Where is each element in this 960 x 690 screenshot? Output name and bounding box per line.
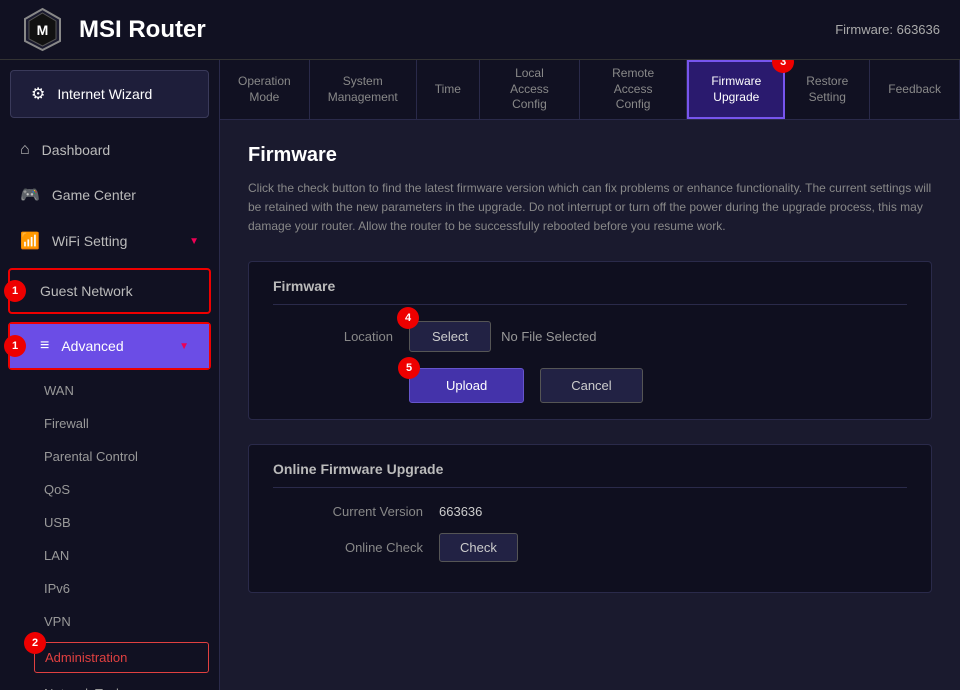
sidebar-label-guest-network: Guest Network	[40, 283, 133, 299]
tab-local-access-config[interactable]: Local Access Config	[480, 60, 580, 119]
tab-firmware-upgrade-label: Firmware Upgrade	[707, 74, 765, 105]
sidebar-label-dashboard: Dashboard	[42, 142, 111, 158]
advanced-box: 1 ≡ Advanced ▼	[8, 322, 211, 370]
check-button[interactable]: Check	[439, 533, 518, 562]
current-version-row: Current Version 663636	[273, 504, 907, 519]
sidebar-sub-ipv6[interactable]: IPv6	[0, 572, 219, 605]
sidebar-sub-qos[interactable]: QoS	[0, 473, 219, 506]
tab-operation-mode[interactable]: Operation Mode	[220, 60, 310, 119]
select-wrapper: 4 Select	[409, 321, 491, 352]
tab-time[interactable]: Time	[417, 60, 480, 119]
tab-firmware-upgrade[interactable]: 3 Firmware Upgrade	[687, 60, 785, 119]
content-area: Operation Mode System Management Time Lo…	[220, 60, 960, 690]
main-layout: ⚙ Internet Wizard ⌂ Dashboard 🎮 Game Cen…	[0, 60, 960, 690]
sidebar-label-game-center: Game Center	[52, 187, 136, 203]
sidebar-item-wifi-setting[interactable]: 📶 WiFi Setting ▼	[0, 218, 219, 264]
page-content: Firmware Click the check button to find …	[220, 120, 960, 690]
home-icon: ⌂	[20, 141, 30, 159]
sidebar-sub-parental-control[interactable]: Parental Control	[0, 440, 219, 473]
location-label: Location	[273, 329, 393, 344]
firmware-section-title: Firmware	[273, 278, 907, 305]
msi-logo: M	[20, 7, 65, 52]
cancel-button[interactable]: Cancel	[540, 368, 642, 403]
sidebar-label-advanced: Advanced	[61, 338, 123, 354]
header: M MSI Router Firmware: 663636	[0, 0, 960, 60]
sidebar-item-internet-wizard[interactable]: ⚙ Internet Wizard	[10, 70, 209, 118]
upload-button[interactable]: Upload	[409, 368, 524, 403]
online-check-label: Online Check	[273, 540, 423, 555]
wifi-icon: 📶	[20, 231, 40, 251]
step-badge-4: 4	[397, 307, 419, 329]
step-badge-1: 1	[4, 280, 26, 302]
sliders-icon: ≡	[40, 337, 49, 355]
current-version-value: 663636	[439, 504, 482, 519]
file-select-controls: 4 Select No File Selected	[409, 321, 597, 352]
sidebar-sub-network-tools[interactable]: Network Tools	[0, 677, 219, 690]
page-description: Click the check button to find the lates…	[248, 179, 932, 237]
sidebar-sub-usb[interactable]: USB	[0, 506, 219, 539]
chevron-down-icon-2: ▼	[179, 341, 189, 352]
no-file-selected-text: No File Selected	[501, 329, 596, 344]
firmware-version: Firmware: 663636	[835, 22, 940, 37]
location-row: Location 4 Select No File Selected	[273, 321, 907, 352]
step-badge-5: 5	[398, 357, 420, 379]
sidebar-sub-lan[interactable]: LAN	[0, 539, 219, 572]
tab-remote-access-config[interactable]: Remote Access Config	[580, 60, 688, 119]
tab-bar: Operation Mode System Management Time Lo…	[220, 60, 960, 120]
tab-system-management[interactable]: System Management	[310, 60, 417, 119]
guest-network-box: 1 Guest Network	[8, 268, 211, 314]
current-version-label: Current Version	[273, 504, 423, 519]
sidebar-label-wifi-setting: WiFi Setting	[52, 233, 127, 249]
sidebar-item-game-center[interactable]: 🎮 Game Center	[0, 172, 219, 218]
sidebar-sub-firewall[interactable]: Firewall	[0, 407, 219, 440]
online-section-title: Online Firmware Upgrade	[273, 461, 907, 488]
online-firmware-section: Online Firmware Upgrade Current Version …	[248, 444, 932, 593]
sidebar-label-internet-wizard: Internet Wizard	[57, 86, 152, 102]
tab-restore-setting[interactable]: Restore Setting	[785, 60, 870, 119]
sidebar-item-advanced[interactable]: ≡ Advanced ▼	[10, 324, 209, 368]
administration-box: 2 Administration	[34, 642, 209, 673]
select-button[interactable]: Select	[409, 321, 491, 352]
step-badge-2: 2	[24, 632, 46, 654]
tab-feedback[interactable]: Feedback	[870, 60, 960, 119]
step-badge-1b: 1	[4, 335, 26, 357]
firmware-section: Firmware Location 4 Select No File Selec…	[248, 261, 932, 420]
page-title: Firmware	[248, 144, 932, 167]
sidebar-item-dashboard[interactable]: ⌂ Dashboard	[0, 128, 219, 172]
sidebar-item-guest-network[interactable]: Guest Network	[10, 270, 209, 312]
upload-cancel-row: 5 Upload Cancel	[409, 368, 907, 403]
sidebar-sub-administration[interactable]: Administration	[35, 643, 208, 672]
gear-icon: ⚙	[31, 84, 45, 104]
sidebar-sub-wan[interactable]: WAN	[0, 374, 219, 407]
app-title: MSI Router	[79, 16, 206, 44]
svg-text:M: M	[37, 22, 49, 38]
online-check-row: Online Check Check	[273, 533, 907, 562]
chevron-down-icon: ▼	[189, 236, 199, 247]
gamepad-icon: 🎮	[20, 185, 40, 205]
sidebar: ⚙ Internet Wizard ⌂ Dashboard 🎮 Game Cen…	[0, 60, 220, 690]
